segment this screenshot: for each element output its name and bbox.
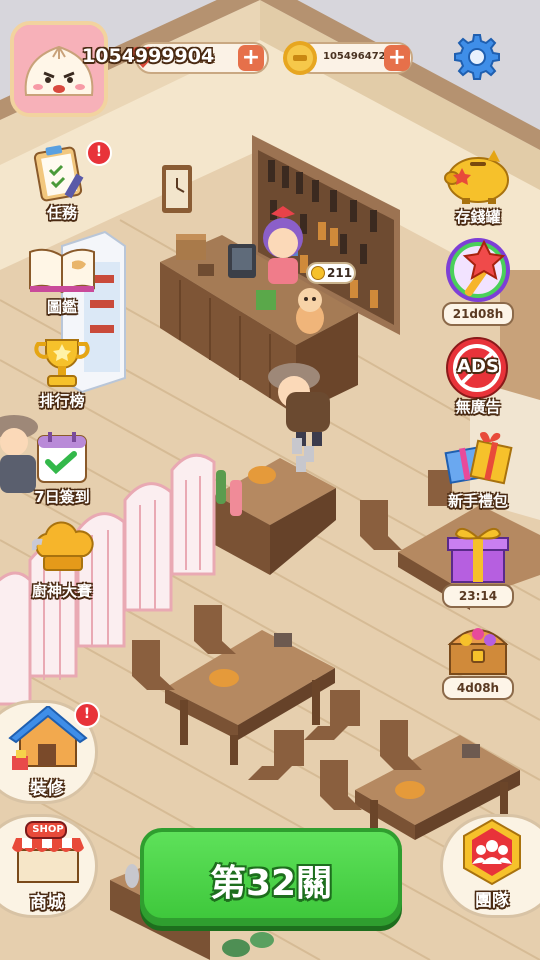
- catalog-button[interactable]: 圖鑑: [20, 240, 104, 320]
- team-label: 團隊: [475, 891, 509, 911]
- treasure-chest-button[interactable]: 4d08h: [436, 618, 520, 702]
- gift-box-icon: [447, 527, 509, 583]
- catalog-label: 圖鑑: [46, 298, 77, 316]
- chef-hat-icon: [32, 521, 94, 571]
- gear-icon: [454, 34, 500, 80]
- chef-contest-button[interactable]: 廚神大賽: [16, 518, 108, 606]
- decorate-button[interactable]: ! 裝修: [0, 700, 100, 804]
- gold-coin-icon: [282, 40, 318, 76]
- chef-contest-label: 廚神大賽: [31, 582, 92, 600]
- counter-coin-bubble[interactable]: 211: [306, 262, 356, 284]
- piggy-bank-button[interactable]: 存錢罐: [436, 146, 520, 230]
- tasks-label: 任務: [46, 204, 77, 222]
- tasks-alert-badge: !: [86, 140, 112, 166]
- decorate-alert-badge: !: [74, 702, 100, 728]
- currency-a-value: 1054999904: [82, 45, 215, 67]
- coin-icon: [311, 266, 325, 280]
- treasure-chest-timer: 4d08h: [442, 676, 514, 700]
- gift-offer-button[interactable]: 23:14: [436, 524, 520, 608]
- no-ads-icon-text: ADS: [457, 356, 499, 377]
- tasks-button[interactable]: ! 任務: [20, 140, 112, 224]
- trophy-icon: [34, 339, 90, 387]
- ranking-label: 排行榜: [39, 392, 85, 410]
- gift-offer-timer: 23:14: [442, 584, 514, 608]
- currency-b-plus-button[interactable]: +: [384, 45, 410, 71]
- team-button[interactable]: 團隊: [440, 814, 540, 918]
- starter-pack-label: 新手禮包: [447, 492, 508, 510]
- magic-wand-offer-button[interactable]: 21d08h: [436, 236, 520, 326]
- team-shield-icon: [463, 818, 521, 886]
- counter-coin-value: 211: [327, 266, 353, 280]
- no-ads-label: 無廣告: [455, 398, 501, 416]
- starter-pack-button[interactable]: 新手禮包: [432, 428, 524, 512]
- profile-avatar[interactable]: [10, 21, 108, 117]
- magic-wand-icon: [446, 238, 510, 302]
- level-start-button[interactable]: 第32關: [140, 828, 402, 926]
- level-button-label: 第32關: [209, 863, 333, 904]
- currency-b-value: 1054964720: [323, 51, 393, 62]
- checkin-button[interactable]: 7日簽到: [20, 428, 104, 508]
- piggy-bank-icon: [444, 150, 509, 204]
- ranking-button[interactable]: 排行榜: [20, 332, 104, 412]
- plus-icon: +: [387, 45, 407, 70]
- clipboard-icon: [33, 145, 84, 202]
- gift-boxes-icon: [444, 432, 513, 485]
- shop-label: 商城: [30, 893, 64, 913]
- shop-button[interactable]: SHOP 商城: [0, 814, 100, 918]
- magic-wand-timer: 21d08h: [442, 302, 514, 326]
- plus-icon: +: [241, 45, 261, 70]
- dumpling-avatar-icon: [14, 25, 104, 113]
- book-icon: [29, 248, 95, 294]
- currency-a-plus-button[interactable]: +: [238, 45, 264, 71]
- no-ads-button[interactable]: ADS 無廣告: [436, 336, 520, 420]
- piggy-bank-label: 存錢罐: [455, 208, 501, 226]
- calendar-check-icon: [37, 432, 87, 483]
- decorate-label: 裝修: [30, 779, 64, 799]
- checkin-label: 7日簽到: [34, 488, 90, 506]
- shop-sign-text: SHOP: [32, 824, 64, 835]
- settings-button[interactable]: [452, 32, 502, 82]
- treasure-chest-icon: [447, 628, 509, 675]
